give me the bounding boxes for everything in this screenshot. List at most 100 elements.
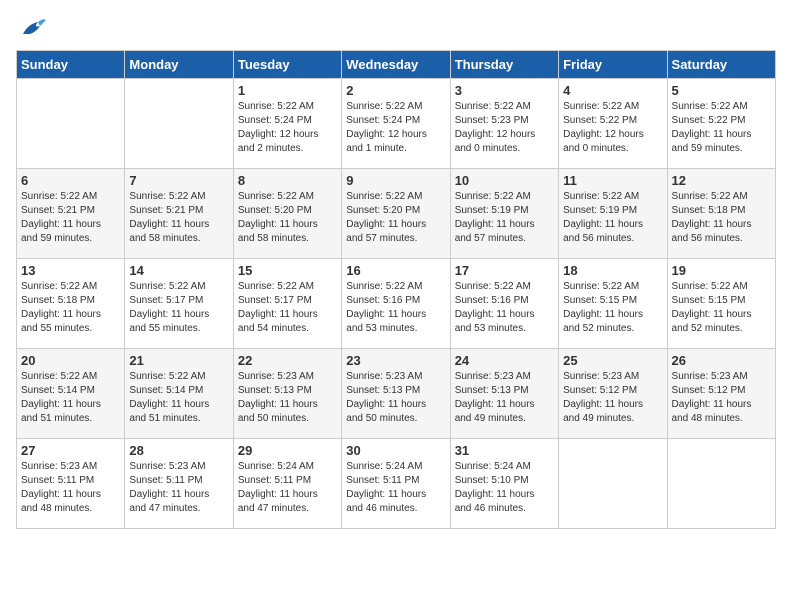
day-number: 17: [455, 263, 554, 278]
calendar-day-cell: [17, 79, 125, 169]
day-number: 22: [238, 353, 337, 368]
day-number: 21: [129, 353, 228, 368]
day-number: 20: [21, 353, 120, 368]
calendar-day-cell: 4 Sunrise: 5:22 AM Sunset: 5:22 PM Daylig…: [559, 79, 667, 169]
day-number: 30: [346, 443, 445, 458]
calendar-day-cell: 1 Sunrise: 5:22 AM Sunset: 5:24 PM Daylig…: [233, 79, 341, 169]
day-number: 6: [21, 173, 120, 188]
calendar-day-cell: 18Sunrise: 5:22 AM Sunset: 5:15 PM Dayli…: [559, 259, 667, 349]
calendar-day-cell: 8Sunrise: 5:22 AM Sunset: 5:20 PM Daylig…: [233, 169, 341, 259]
weekday-header-thursday: Thursday: [450, 51, 558, 79]
day-info: Sunrise: 5:22 AM Sunset: 5:24 PM Dayligh…: [346, 100, 445, 156]
day-number: 10: [455, 173, 554, 188]
day-info: Sunrise: 5:22 AM Sunset: 5:24 PM Dayligh…: [238, 100, 337, 156]
calendar-week-row: 1 Sunrise: 5:22 AM Sunset: 5:24 PM Daylig…: [17, 79, 776, 169]
day-number: 31: [455, 443, 554, 458]
day-number: 24: [455, 353, 554, 368]
day-number: 7: [129, 173, 228, 188]
page-header: [16, 16, 776, 40]
weekday-header-wednesday: Wednesday: [342, 51, 450, 79]
day-number: 12: [672, 173, 771, 188]
day-info: Sunrise: 5:24 AM Sunset: 5:11 PM Dayligh…: [238, 460, 337, 516]
calendar-day-cell: 13 Sunrise: 5:22 AM Sunset: 5:18 PM Dayli…: [17, 259, 125, 349]
day-info: Sunrise: 5:22 AM Sunset: 5:21 PM Dayligh…: [21, 190, 120, 246]
day-info: Sunrise: 5:23 AM Sunset: 5:11 PM Dayligh…: [21, 460, 120, 516]
weekday-header-friday: Friday: [559, 51, 667, 79]
day-number: 5: [672, 83, 771, 98]
calendar-day-cell: 15 Sunrise: 5:22 AM Sunset: 5:17 PM Dayli…: [233, 259, 341, 349]
weekday-header-monday: Monday: [125, 51, 233, 79]
day-number: 16: [346, 263, 445, 278]
calendar-day-cell: [667, 439, 775, 529]
calendar-day-cell: 6 Sunrise: 5:22 AM Sunset: 5:21 PM Daylig…: [17, 169, 125, 259]
calendar-week-row: 27Sunrise: 5:23 AM Sunset: 5:11 PM Dayli…: [17, 439, 776, 529]
day-info: Sunrise: 5:23 AM Sunset: 5:11 PM Dayligh…: [129, 460, 228, 516]
calendar-table: SundayMondayTuesdayWednesdayThursdayFrid…: [16, 50, 776, 529]
day-info: Sunrise: 5:22 AM Sunset: 5:18 PM Dayligh…: [672, 190, 771, 246]
day-info: Sunrise: 5:22 AM Sunset: 5:16 PM Dayligh…: [455, 280, 554, 336]
weekday-header-saturday: Saturday: [667, 51, 775, 79]
calendar-day-cell: 2 Sunrise: 5:22 AM Sunset: 5:24 PM Daylig…: [342, 79, 450, 169]
day-info: Sunrise: 5:22 AM Sunset: 5:23 PM Dayligh…: [455, 100, 554, 156]
day-info: Sunrise: 5:22 AM Sunset: 5:22 PM Dayligh…: [672, 100, 771, 156]
calendar-day-cell: 9 Sunrise: 5:22 AM Sunset: 5:20 PM Daylig…: [342, 169, 450, 259]
day-info: Sunrise: 5:23 AM Sunset: 5:13 PM Dayligh…: [455, 370, 554, 426]
calendar-day-cell: 30 Sunrise: 5:24 AM Sunset: 5:11 PM Dayli…: [342, 439, 450, 529]
day-info: Sunrise: 5:23 AM Sunset: 5:12 PM Dayligh…: [563, 370, 662, 426]
day-info: Sunrise: 5:22 AM Sunset: 5:20 PM Dayligh…: [346, 190, 445, 246]
calendar-day-cell: 17 Sunrise: 5:22 AM Sunset: 5:16 PM Dayli…: [450, 259, 558, 349]
day-number: 1: [238, 83, 337, 98]
day-number: 23: [346, 353, 445, 368]
day-number: 9: [346, 173, 445, 188]
logo-bird-icon: [18, 16, 48, 40]
day-number: 13: [21, 263, 120, 278]
calendar-week-row: 13 Sunrise: 5:22 AM Sunset: 5:18 PM Dayli…: [17, 259, 776, 349]
calendar-day-cell: 26Sunrise: 5:23 AM Sunset: 5:12 PM Dayli…: [667, 349, 775, 439]
day-info: Sunrise: 5:22 AM Sunset: 5:15 PM Dayligh…: [672, 280, 771, 336]
calendar-day-cell: [125, 79, 233, 169]
day-info: Sunrise: 5:22 AM Sunset: 5:22 PM Dayligh…: [563, 100, 662, 156]
calendar-week-row: 20 Sunrise: 5:22 AM Sunset: 5:14 PM Dayli…: [17, 349, 776, 439]
day-number: 2: [346, 83, 445, 98]
day-number: 3: [455, 83, 554, 98]
calendar-day-cell: 3 Sunrise: 5:22 AM Sunset: 5:23 PM Daylig…: [450, 79, 558, 169]
day-info: Sunrise: 5:22 AM Sunset: 5:18 PM Dayligh…: [21, 280, 120, 336]
calendar-day-cell: 29 Sunrise: 5:24 AM Sunset: 5:11 PM Dayli…: [233, 439, 341, 529]
calendar-day-cell: 16 Sunrise: 5:22 AM Sunset: 5:16 PM Dayli…: [342, 259, 450, 349]
day-number: 18: [563, 263, 662, 278]
weekday-header-sunday: Sunday: [17, 51, 125, 79]
calendar-day-cell: 19 Sunrise: 5:22 AM Sunset: 5:15 PM Dayli…: [667, 259, 775, 349]
day-number: 4: [563, 83, 662, 98]
calendar-day-cell: 5 Sunrise: 5:22 AM Sunset: 5:22 PM Daylig…: [667, 79, 775, 169]
calendar-day-cell: 7Sunrise: 5:22 AM Sunset: 5:21 PM Daylig…: [125, 169, 233, 259]
day-number: 15: [238, 263, 337, 278]
day-number: 19: [672, 263, 771, 278]
day-info: Sunrise: 5:22 AM Sunset: 5:17 PM Dayligh…: [238, 280, 337, 336]
day-number: 25: [563, 353, 662, 368]
calendar-day-cell: 25 Sunrise: 5:23 AM Sunset: 5:12 PM Dayli…: [559, 349, 667, 439]
day-number: 11: [563, 173, 662, 188]
day-info: Sunrise: 5:24 AM Sunset: 5:10 PM Dayligh…: [455, 460, 554, 516]
calendar-day-cell: 11 Sunrise: 5:22 AM Sunset: 5:19 PM Dayli…: [559, 169, 667, 259]
calendar-day-cell: 23Sunrise: 5:23 AM Sunset: 5:13 PM Dayli…: [342, 349, 450, 439]
calendar-header-row: SundayMondayTuesdayWednesdayThursdayFrid…: [17, 51, 776, 79]
calendar-day-cell: 24 Sunrise: 5:23 AM Sunset: 5:13 PM Dayli…: [450, 349, 558, 439]
day-number: 29: [238, 443, 337, 458]
calendar-day-cell: 22 Sunrise: 5:23 AM Sunset: 5:13 PM Dayli…: [233, 349, 341, 439]
calendar-day-cell: 31 Sunrise: 5:24 AM Sunset: 5:10 PM Dayli…: [450, 439, 558, 529]
calendar-day-cell: 28 Sunrise: 5:23 AM Sunset: 5:11 PM Dayli…: [125, 439, 233, 529]
day-info: Sunrise: 5:24 AM Sunset: 5:11 PM Dayligh…: [346, 460, 445, 516]
day-number: 8: [238, 173, 337, 188]
calendar-day-cell: 12 Sunrise: 5:22 AM Sunset: 5:18 PM Dayli…: [667, 169, 775, 259]
day-number: 14: [129, 263, 228, 278]
day-info: Sunrise: 5:22 AM Sunset: 5:16 PM Dayligh…: [346, 280, 445, 336]
day-number: 26: [672, 353, 771, 368]
day-info: Sunrise: 5:23 AM Sunset: 5:13 PM Dayligh…: [238, 370, 337, 426]
day-info: Sunrise: 5:22 AM Sunset: 5:14 PM Dayligh…: [21, 370, 120, 426]
day-info: Sunrise: 5:22 AM Sunset: 5:17 PM Dayligh…: [129, 280, 228, 336]
day-number: 28: [129, 443, 228, 458]
day-info: Sunrise: 5:22 AM Sunset: 5:19 PM Dayligh…: [563, 190, 662, 246]
day-info: Sunrise: 5:22 AM Sunset: 5:19 PM Dayligh…: [455, 190, 554, 246]
logo: [16, 16, 48, 40]
calendar-day-cell: 27Sunrise: 5:23 AM Sunset: 5:11 PM Dayli…: [17, 439, 125, 529]
